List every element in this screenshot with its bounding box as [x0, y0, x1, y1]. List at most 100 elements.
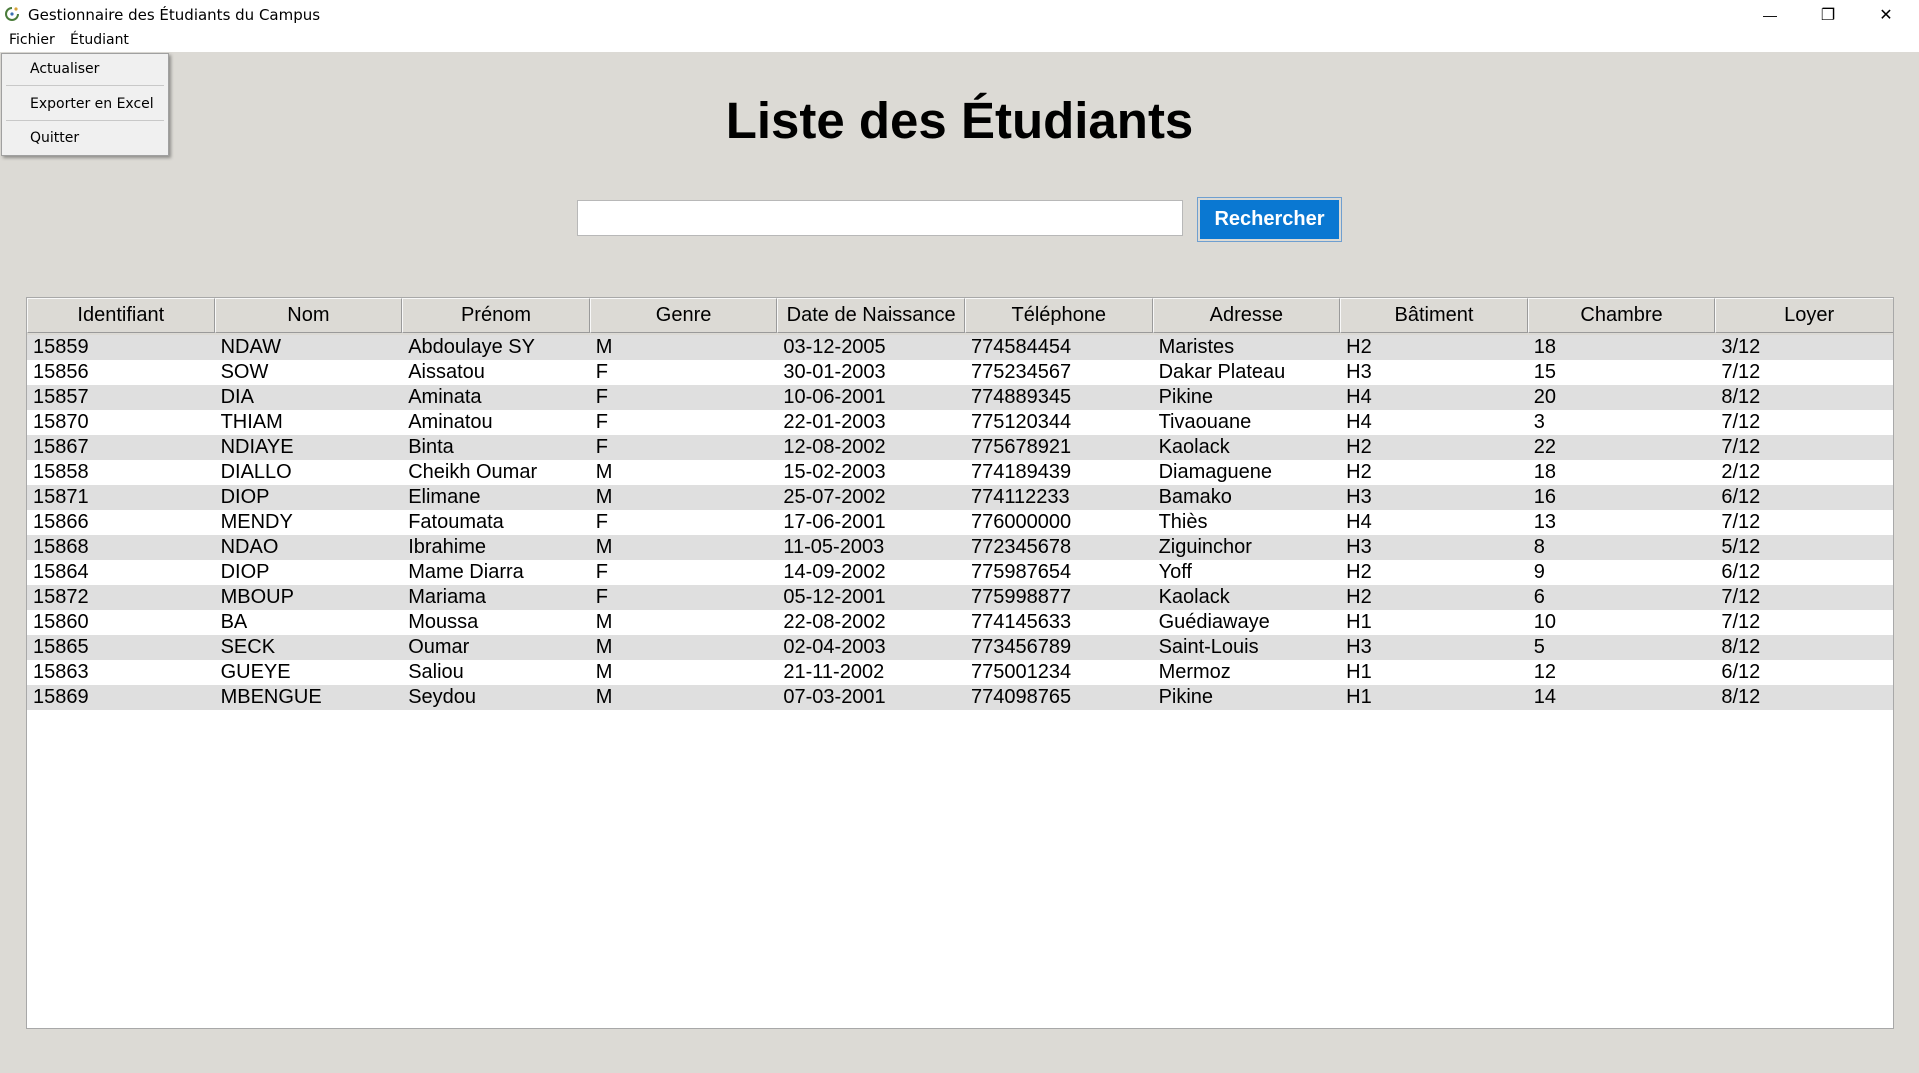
table-cell: 02-04-2003	[783, 636, 886, 658]
table-cell: 3	[1533, 411, 1545, 433]
table-cell: 05-12-2001	[783, 586, 886, 608]
table-cell: H3	[1346, 361, 1372, 383]
table-row[interactable]: 15867 NDIAYE Binta F 12-08-2002 775678921 Kaol…	[27, 435, 1893, 460]
table-cell: 775678921	[970, 436, 1072, 458]
window-title: Gestionnaire des Étudiants du Campus	[28, 6, 321, 24]
table-cell: NDAW	[220, 336, 281, 358]
table-cell: 15870	[33, 411, 89, 433]
table-cell: H3	[1346, 536, 1372, 558]
table-cell: 8/12	[1721, 686, 1761, 708]
menu-separator	[6, 85, 164, 86]
table-cell: THIAM	[220, 411, 283, 433]
table-row[interactable]: 15866 MENDY Fatoumata F 17-06-2001 776000000 T…	[27, 510, 1893, 535]
table-cell: F	[595, 411, 608, 433]
table-cell: Saint-Louis	[1158, 636, 1259, 658]
table-row[interactable]: 15860 BA Moussa M 22-08-2002 774145633 Guédiaw…	[27, 610, 1893, 635]
table-cell: 15860	[33, 611, 89, 633]
table-cell: 776000000	[970, 511, 1072, 533]
table-cell: Binta	[408, 436, 454, 458]
column-header[interactable]: Loyer	[1715, 298, 1893, 333]
table-cell: DIOP	[220, 486, 270, 508]
title-bar: Gestionnaire des Étudiants du Campus — ❐…	[0, 0, 1919, 29]
table-cell: F	[595, 361, 608, 383]
table-cell: NDAO	[220, 536, 279, 558]
menu-item-actualiser[interactable]: Actualiser	[30, 61, 99, 77]
table-row[interactable]: 15870 THIAM Aminatou F 22-01-2003 775120344 Ti…	[27, 410, 1893, 435]
table-row[interactable]: 15863 GUEYE Saliou M 21-11-2002 775001234 Merm…	[27, 660, 1893, 685]
table-cell: 7/12	[1721, 511, 1761, 533]
table-cell: 15872	[33, 586, 89, 608]
table-cell: 15867	[33, 436, 89, 458]
close-icon: ✕	[1879, 6, 1893, 24]
table-cell: 6/12	[1721, 561, 1761, 583]
table-cell: 12	[1533, 661, 1556, 683]
column-header[interactable]: Identifiant	[27, 298, 215, 333]
table-cell: 18	[1533, 336, 1556, 358]
search-input[interactable]	[577, 200, 1183, 236]
minimize-button[interactable]: —	[1741, 0, 1799, 29]
table-cell: 15-02-2003	[783, 461, 886, 483]
table-row[interactable]: 15856 SOW Aissatou F 30-01-2003 775234567 Daka…	[27, 360, 1893, 385]
column-header[interactable]: Nom	[214, 298, 403, 333]
table-cell: 14-09-2002	[783, 561, 886, 583]
table-cell: 6/12	[1721, 486, 1761, 508]
table-cell: 774584454	[970, 336, 1072, 358]
restore-button[interactable]: ❐	[1799, 0, 1857, 29]
table-cell: H4	[1346, 386, 1372, 408]
restore-icon: ❐	[1820, 6, 1836, 24]
search-button[interactable]: Rechercher	[1197, 197, 1342, 242]
table-cell: Elimane	[408, 486, 481, 508]
table-cell: Kaolack	[1158, 436, 1230, 458]
menu-fichier[interactable]: Fichier	[7, 32, 57, 48]
table-cell: SOW	[220, 361, 269, 383]
table-row[interactable]: 15864 DIOP Mame Diarra F 14-09-2002 775987654…	[27, 560, 1893, 585]
table-row[interactable]: 15859 NDAW Abdoulaye SY M 03-12-2005 77458445…	[27, 335, 1893, 360]
table-cell: 7/12	[1721, 436, 1761, 458]
column-header[interactable]: Genre	[589, 298, 778, 333]
table-cell: H4	[1346, 511, 1372, 533]
column-header[interactable]: Date de Naissance	[777, 298, 965, 333]
table-cell: Oumar	[408, 636, 470, 658]
table-cell: Mame Diarra	[408, 561, 524, 583]
column-header[interactable]: Téléphone	[964, 298, 1153, 333]
table-cell: 772345678	[970, 536, 1072, 558]
table-cell: 22	[1533, 436, 1556, 458]
table-cell: H2	[1346, 461, 1372, 483]
table-row[interactable]: 15865 SECK Oumar M 02-04-2003 773456789 Saint-…	[27, 635, 1893, 660]
table-cell: MBENGUE	[220, 686, 322, 708]
column-header[interactable]: Adresse	[1152, 298, 1341, 333]
table-cell: M	[595, 536, 613, 558]
menu-etudiant[interactable]: Étudiant	[68, 32, 131, 48]
close-button[interactable]: ✕	[1857, 0, 1915, 29]
table-cell: 7/12	[1721, 361, 1761, 383]
column-header[interactable]: Bâtiment	[1340, 298, 1528, 333]
table-cell: Maristes	[1158, 336, 1235, 358]
table-row[interactable]: 15869 MBENGUE Seydou M 07-03-2001 774098765 Pi…	[27, 685, 1893, 710]
column-header[interactable]: Prénom	[402, 298, 590, 333]
table-cell: Aminata	[408, 386, 482, 408]
table-cell: 7/12	[1721, 586, 1761, 608]
table-row[interactable]: 15868 NDAO Ibrahime M 11-05-2003 772345678 Zig…	[27, 535, 1893, 560]
table-row[interactable]: 15872 MBOUP Mariama F 05-12-2001 775998877 Kao…	[27, 585, 1893, 610]
table-cell: 15869	[33, 686, 89, 708]
table-cell: 15	[1533, 361, 1556, 383]
table-row[interactable]: 15871 DIOP Elimane M 25-07-2002 774112233 Bama…	[27, 485, 1893, 510]
column-header[interactable]: Chambre	[1527, 298, 1716, 333]
table-cell: MBOUP	[220, 586, 294, 608]
table-cell: 30-01-2003	[783, 361, 886, 383]
table-cell: 15856	[33, 361, 89, 383]
table-row[interactable]: 15857 DIA Aminata F 10-06-2001 774889345 Pikin…	[27, 385, 1893, 410]
table-cell: 774098765	[970, 686, 1072, 708]
table-cell: F	[595, 511, 608, 533]
table-cell: 17-06-2001	[783, 511, 886, 533]
table-cell: 15858	[33, 461, 89, 483]
table-row[interactable]: 15858 DIALLO Cheikh Oumar M 15-02-2003 774189…	[27, 460, 1893, 485]
table-cell: H2	[1346, 561, 1372, 583]
table-cell: 25-07-2002	[783, 486, 886, 508]
table-cell: Aminatou	[408, 411, 493, 433]
table-cell: Cheikh Oumar	[408, 461, 538, 483]
app-icon	[5, 7, 19, 21]
table-cell: Dakar Plateau	[1158, 361, 1286, 383]
table-cell: 774889345	[970, 386, 1072, 408]
table-cell: Pikine	[1158, 686, 1214, 708]
